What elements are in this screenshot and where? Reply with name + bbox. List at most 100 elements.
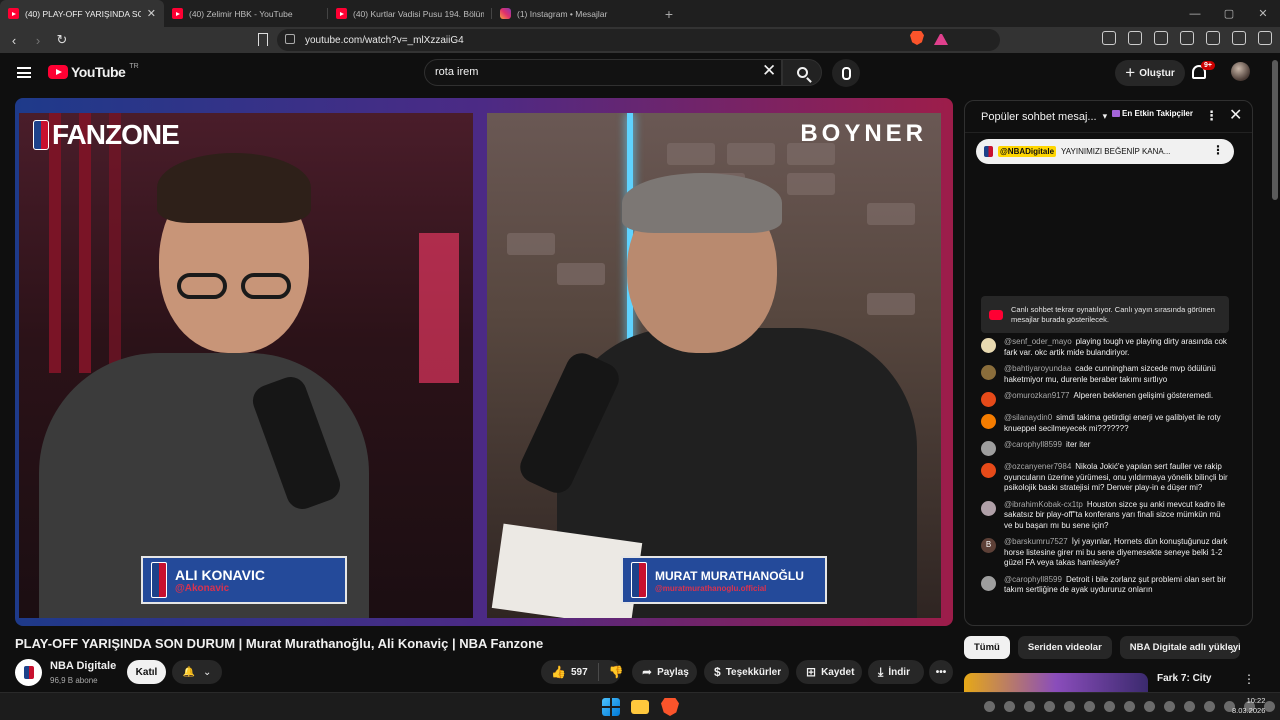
close-chat-icon[interactable]: ✕ bbox=[1229, 105, 1242, 125]
subscription-notification-button[interactable]: 🔔 ⌄ bbox=[172, 660, 222, 684]
pinned-message[interactable]: @NBADigitale YAYINIMIZI BEĞENİP KANA... … bbox=[976, 139, 1234, 164]
battery-icon[interactable] bbox=[1264, 701, 1275, 712]
chat-author-avatar[interactable]: B bbox=[981, 538, 996, 553]
search-button[interactable] bbox=[782, 59, 822, 86]
browser-tab[interactable]: (1) Instagram • Mesajlar bbox=[492, 0, 656, 27]
download-button[interactable]: ⤓ İndir bbox=[868, 660, 924, 684]
chat-message[interactable]: @omurozkan9177 Alperen beklenen gelişimi … bbox=[981, 391, 1229, 407]
join-button[interactable]: Katıl bbox=[127, 660, 166, 684]
chat-message[interactable]: B @barskumru7527 İyi yayınlar, Hornets dün… bbox=[981, 537, 1229, 569]
reload-icon[interactable]: ↻ bbox=[52, 30, 72, 50]
pinned-more-icon[interactable]: ⋮ bbox=[1212, 143, 1224, 157]
chat-message[interactable]: @bahtiyaroyundaa cade cunningham sizcede … bbox=[981, 364, 1229, 385]
channel-avatar[interactable] bbox=[15, 659, 42, 686]
brave-shields-icon[interactable] bbox=[910, 31, 924, 45]
chat-author-avatar[interactable] bbox=[981, 575, 996, 591]
clear-search-icon[interactable]: ✕ bbox=[762, 61, 776, 81]
save-button[interactable]: ⊞ Kaydet bbox=[796, 660, 862, 684]
forward-icon[interactable]: › bbox=[28, 30, 48, 50]
tray-app-icon[interactable] bbox=[984, 701, 995, 712]
bookmark-icon[interactable] bbox=[258, 33, 268, 46]
recommended-title[interactable]: Fark 7: City bbox=[1157, 673, 1211, 684]
chat-author-avatar[interactable] bbox=[981, 392, 996, 407]
chat-author[interactable]: @silanaydin0 bbox=[1004, 413, 1052, 422]
chip-all[interactable]: Tümü bbox=[964, 636, 1010, 659]
tray-app-icon[interactable] bbox=[1044, 701, 1055, 712]
chip-uploader[interactable]: NBA Digitale adlı yükleyici bbox=[1119, 636, 1240, 659]
chat-message[interactable]: @carophyll8599 iter iter bbox=[981, 440, 1229, 456]
chat-author[interactable]: @barskumru7527 bbox=[1004, 537, 1068, 546]
browser-tab-active[interactable]: (40) PLAY-OFF YARIŞINDA SO ✕ bbox=[0, 0, 164, 27]
tray-app-icon[interactable] bbox=[1164, 701, 1175, 712]
youtube-logo[interactable]: YouTube TR bbox=[48, 63, 139, 80]
tray-app-icon[interactable] bbox=[1004, 701, 1015, 712]
thanks-button[interactable]: $ Teşekkürler bbox=[704, 660, 789, 684]
chat-more-icon[interactable]: ⋮ bbox=[1205, 108, 1218, 124]
vpn-icon[interactable] bbox=[1232, 31, 1246, 45]
chip-series[interactable]: Seriden videolar bbox=[1017, 636, 1112, 659]
tray-app-icon[interactable] bbox=[1024, 701, 1035, 712]
chat-author[interactable]: @carophyll8599 bbox=[1004, 440, 1062, 449]
chat-author[interactable]: @ozcanyener7984 bbox=[1004, 462, 1071, 471]
chat-author[interactable]: @ibrahimKobak-cx1tp bbox=[1004, 500, 1083, 509]
hamburger-menu-icon[interactable] bbox=[17, 67, 31, 78]
tray-app-icon[interactable] bbox=[1144, 701, 1155, 712]
browser-tab[interactable]: (40) Zelimir HBK - YouTube bbox=[164, 0, 328, 27]
tray-app-icon[interactable] bbox=[1084, 701, 1095, 712]
page-scrollbar[interactable] bbox=[1272, 60, 1278, 200]
brave-browser-icon[interactable] bbox=[661, 698, 679, 716]
windows-start-icon[interactable] bbox=[602, 698, 620, 716]
recommended-more-icon[interactable]: ⋮ bbox=[1243, 672, 1255, 686]
address-bar[interactable]: youtube.com/watch?v=_mlXzzaiiG4 bbox=[277, 29, 1000, 51]
more-actions-button[interactable]: ••• bbox=[929, 660, 953, 684]
tray-app-icon[interactable] bbox=[1104, 701, 1115, 712]
close-window-button[interactable]: ✕ bbox=[1246, 0, 1280, 27]
browser-tab[interactable]: (40) Kurtlar Vadisi Pusu 194. Bölüm - bbox=[328, 0, 492, 27]
tray-app-icon[interactable] bbox=[1124, 701, 1135, 712]
channel-name[interactable]: NBA Digitale bbox=[50, 660, 116, 672]
site-info-icon[interactable] bbox=[285, 34, 295, 44]
tray-app-icon[interactable] bbox=[1064, 701, 1075, 712]
close-tab-icon[interactable]: ✕ bbox=[147, 7, 156, 20]
like-button[interactable]: 👍 597 bbox=[541, 663, 599, 681]
menu-icon[interactable] bbox=[1258, 31, 1272, 45]
minimize-button[interactable]: — bbox=[1178, 0, 1212, 27]
media-icon[interactable] bbox=[1128, 31, 1142, 45]
chat-author[interactable]: @carophyll8599 bbox=[1004, 575, 1062, 584]
create-button[interactable]: + Oluştur bbox=[1115, 60, 1185, 86]
chat-author-avatar[interactable] bbox=[981, 338, 996, 353]
voice-search-button[interactable] bbox=[832, 59, 860, 87]
tray-app-icon[interactable] bbox=[1184, 701, 1195, 712]
leo-ai-icon[interactable] bbox=[1206, 31, 1220, 45]
account-avatar[interactable] bbox=[1231, 62, 1250, 81]
chat-author-avatar[interactable] bbox=[981, 441, 996, 456]
brave-rewards-icon[interactable] bbox=[934, 31, 948, 45]
file-explorer-icon[interactable] bbox=[631, 700, 649, 714]
chevron-down-icon[interactable]: ▾ bbox=[1103, 111, 1108, 122]
tray-app-icon[interactable] bbox=[1204, 701, 1215, 712]
chat-author-avatar[interactable] bbox=[981, 365, 996, 380]
chat-message[interactable]: @ibrahimKobak-cx1tp Houston sizce şu anki… bbox=[981, 500, 1229, 532]
top-fans-button[interactable]: En Etkin Takipçiler bbox=[1112, 109, 1193, 118]
sidebar-icon[interactable] bbox=[1154, 31, 1168, 45]
chat-author-avatar[interactable] bbox=[981, 463, 996, 478]
dislike-button[interactable]: 👎 bbox=[599, 665, 634, 679]
chat-mode-dropdown[interactable]: Popüler sohbet mesaj... bbox=[981, 111, 1097, 123]
back-icon[interactable]: ‹ bbox=[4, 30, 24, 50]
wallet-icon[interactable] bbox=[1180, 31, 1194, 45]
chat-author-avatar[interactable] bbox=[981, 414, 996, 429]
chat-message[interactable]: @silanaydin0 simdi takima getirdigi enerj… bbox=[981, 413, 1229, 434]
tab-search-icon[interactable] bbox=[1102, 31, 1116, 45]
video-player[interactable]: FANZONE ALI KONAVIC @Akonavic BOYNER MUR… bbox=[15, 98, 953, 626]
system-clock[interactable]: 10:22 8.03.2026 bbox=[1232, 696, 1265, 716]
search-input[interactable]: rota irem bbox=[424, 59, 782, 86]
chat-author[interactable]: @bahtiyaroyundaa bbox=[1004, 364, 1071, 373]
new-tab-button[interactable]: + bbox=[656, 0, 682, 27]
maximize-button[interactable]: ▢ bbox=[1212, 0, 1246, 27]
chevron-right-icon[interactable]: › bbox=[1230, 642, 1234, 657]
chat-author-avatar[interactable] bbox=[981, 500, 996, 516]
share-button[interactable]: ➦ Paylaş bbox=[632, 660, 697, 684]
chat-author[interactable]: @senf_oder_mayo bbox=[1004, 337, 1072, 346]
chat-message[interactable]: @ozcanyener7984 Nikola Jokić'e yapılan se… bbox=[981, 462, 1229, 494]
chat-author[interactable]: @omurozkan9177 bbox=[1004, 391, 1070, 400]
